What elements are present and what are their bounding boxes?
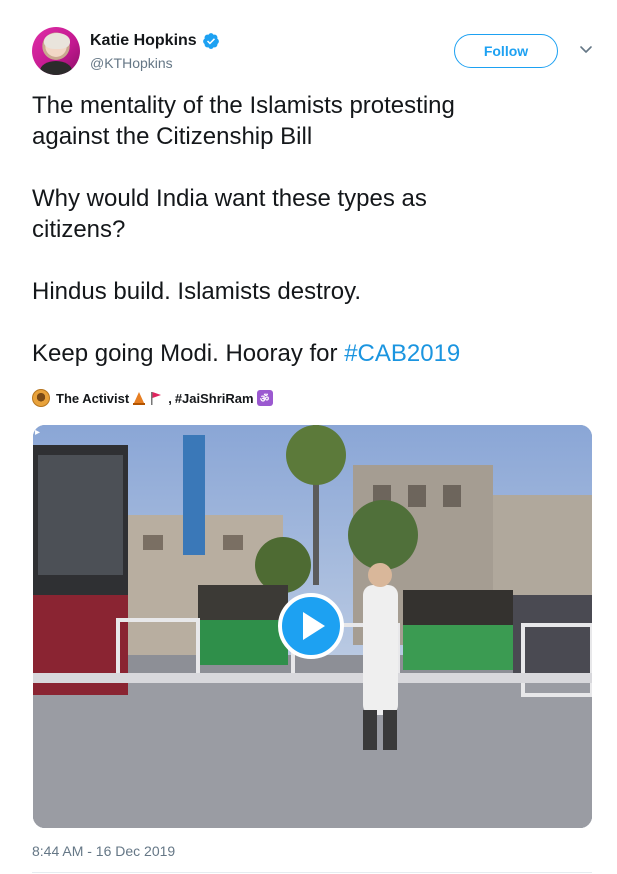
tweet-line: against the Citizenship Bill bbox=[32, 123, 313, 150]
attribution-separator: , bbox=[168, 390, 172, 406]
follow-button[interactable]: Follow bbox=[454, 34, 558, 68]
author-avatar[interactable] bbox=[32, 27, 80, 75]
attribution-tag[interactable]: #JaiShriRam bbox=[175, 391, 254, 406]
display-name-row: Katie Hopkins bbox=[90, 30, 220, 52]
tweet-line-text: Keep going Modi. Hooray for bbox=[32, 340, 345, 367]
tweet-timestamp[interactable]: 8:44 AM - 16 Dec 2019 bbox=[32, 843, 175, 859]
tweet-header: Katie Hopkins @KTHopkins Follow bbox=[32, 27, 598, 79]
author-display-name[interactable]: Katie Hopkins bbox=[90, 32, 197, 50]
video-player[interactable]: ▸ bbox=[33, 425, 592, 828]
verified-badge-icon bbox=[202, 33, 219, 49]
tweet-text: The mentality of the Islamists protestin… bbox=[32, 90, 592, 369]
author-names[interactable]: Katie Hopkins @KTHopkins bbox=[90, 30, 220, 71]
tweet-last-line: Keep going Modi. Hooray for #CAB2019 bbox=[32, 338, 592, 369]
tweet-line: Hindus build. Islamists destroy. bbox=[32, 278, 362, 305]
tweet-line: citizens? bbox=[32, 216, 126, 243]
temple-icon bbox=[133, 392, 146, 405]
om-icon: ॐ bbox=[256, 390, 273, 406]
media-attribution[interactable]: The Activist , #JaiShriRam ॐ bbox=[32, 387, 273, 409]
hashtag-link[interactable]: #CAB2019 bbox=[344, 340, 460, 367]
tweet-line: Why would India want these types as bbox=[32, 185, 427, 212]
chevron-down-icon[interactable] bbox=[578, 41, 594, 57]
author-handle[interactable]: @KTHopkins bbox=[90, 55, 220, 71]
svg-text:▸: ▸ bbox=[35, 427, 40, 438]
tweet-line: The mentality of the Islamists protestin… bbox=[32, 92, 455, 119]
attribution-avatar bbox=[32, 389, 50, 407]
red-flag-icon bbox=[151, 392, 162, 405]
play-button[interactable] bbox=[278, 593, 344, 659]
divider bbox=[32, 872, 592, 873]
attribution-name[interactable]: The Activist bbox=[56, 391, 129, 406]
avatar-body bbox=[40, 61, 72, 75]
play-icon bbox=[303, 612, 325, 640]
avatar-hair bbox=[44, 33, 70, 49]
